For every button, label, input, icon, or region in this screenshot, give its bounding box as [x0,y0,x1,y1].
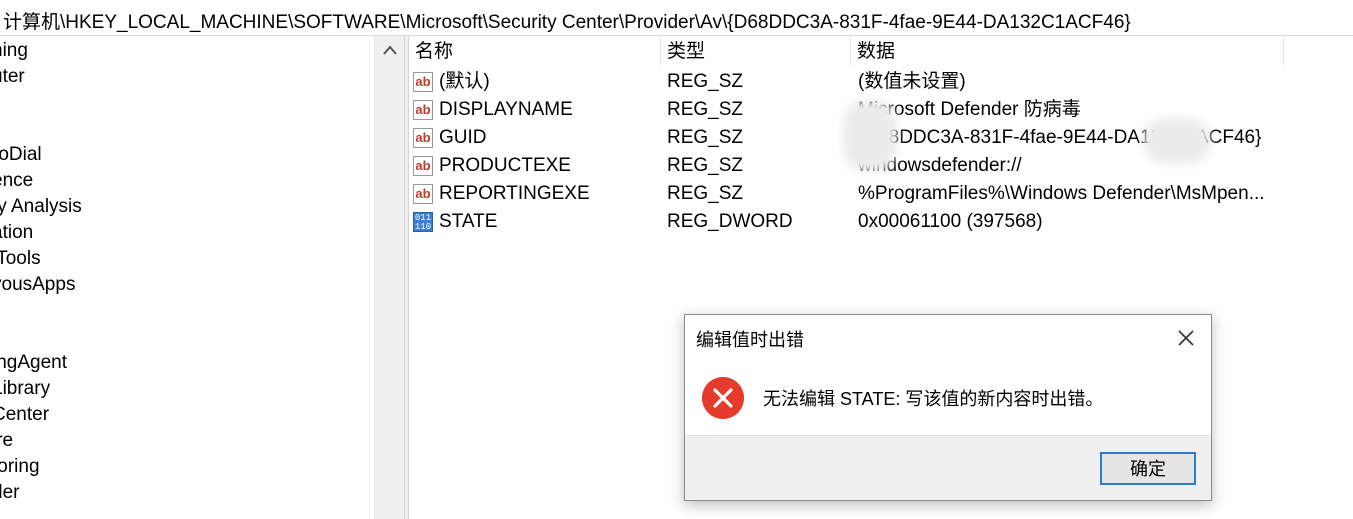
value-name: GUID [439,127,487,148]
tree-item[interactable]: uter [0,64,25,90]
value-data: %ProgramFiles%\Windows Defender\MsMpen..… [858,183,1265,204]
dialog-title: 编辑值时出错 [696,330,804,350]
error-dialog[interactable]: 编辑值时出错 无法编辑 STATE: 写该值的新内容时出错。 确定 [684,314,1212,501]
value-type: REG_SZ [667,71,744,92]
value-row[interactable]: ab REPORTINGEXE REG_SZ %ProgramFiles%\Wi… [409,180,1353,208]
value-row[interactable]: 011 110 STATE REG_DWORD 0x00061100 (3975… [409,208,1353,236]
address-path[interactable]: 计算机\HKEY_LOCAL_MACHINE\SOFTWARE\Microsof… [3,7,1131,34]
string-value-icon: ab [413,72,433,92]
value-type: REG_DWORD [667,211,793,232]
dword-value-icon: 011 110 [413,212,433,232]
value-type: REG_SZ [667,155,744,176]
value-name: REPORTINGEXE [439,183,590,204]
tree-item[interactable]: der [0,480,19,506]
value-data: 0x00061100 (397568) [858,211,1043,232]
registry-tree[interactable]: ning uter roDial ence ty Analysis ation … [0,36,374,519]
tree-item[interactable]: ty Analysis [0,194,82,220]
redaction-blur [851,108,889,164]
value-row[interactable]: ab (默认) REG_SZ (数值未设置) [409,68,1353,96]
column-header-type[interactable]: 类型 [661,36,851,66]
column-header-name[interactable]: 名称 [409,36,661,66]
tree-item[interactable]: yousApps [0,272,75,298]
tree-scrollbar[interactable] [374,36,405,519]
tree-item[interactable]: Library [0,376,50,402]
column-header-data[interactable]: 数据 [851,36,1284,66]
dialog-message: 无法编辑 STATE: 写该值的新内容时出错。 [763,389,1104,409]
tree-item[interactable]: ation [0,220,33,246]
string-value-icon: ab [413,128,433,148]
value-name: DISPLAYNAME [439,99,573,120]
tree-item[interactable]: ire [0,428,13,454]
string-value-icon: ab [413,100,433,120]
address-bar[interactable]: 计算机\HKEY_LOCAL_MACHINE\SOFTWARE\Microsof… [0,0,1353,36]
scroll-up-icon[interactable] [375,36,405,64]
close-icon[interactable] [1173,325,1199,351]
tree-item[interactable]: ence [0,168,33,194]
redaction-blur [1151,126,1203,156]
tree-item[interactable]: Center [0,402,49,428]
value-data: (数值未设置) [858,71,966,92]
tree-item[interactable]: ingAgent [0,350,67,376]
tree-item[interactable]: roDial [0,142,42,168]
tree-item[interactable]: lTools [0,246,41,272]
value-name: STATE [439,211,498,232]
string-value-icon: ab [413,156,433,176]
error-icon [702,377,744,419]
ok-button[interactable]: 确定 [1100,452,1196,485]
value-data: Microsoft Defender 防病毒 [858,99,1081,120]
string-value-icon: ab [413,184,433,204]
tree-item[interactable]: toring [0,454,40,480]
dialog-footer: 确定 [685,435,1211,500]
value-type: REG_SZ [667,127,744,148]
value-name: PRODUCTEXE [439,155,571,176]
tree-item[interactable]: ning [0,38,28,64]
value-type: REG_SZ [667,99,744,120]
value-type: REG_SZ [667,183,744,204]
value-name: (默认) [439,71,490,92]
